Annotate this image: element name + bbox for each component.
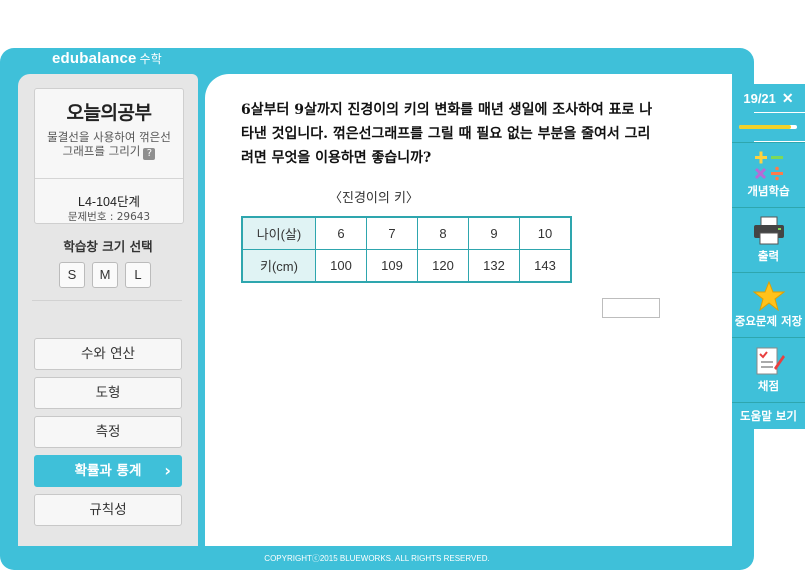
lesson-card: 오늘의공부 물결선을 사용하여 꺾은선 그래프를 그리기? L4-104단계 문… <box>34 88 184 224</box>
lesson-topic: 물결선을 사용하여 꺾은선 그래프를 그리기? <box>47 130 171 160</box>
grading-icon <box>756 347 785 375</box>
card-divider <box>35 178 183 179</box>
table-cell: 132 <box>468 249 520 283</box>
size-select-label: 학습창 크기 선택 <box>63 239 153 254</box>
progress-bar <box>732 113 805 141</box>
menu-patterns[interactable]: 규칙성 <box>34 494 182 526</box>
menu-measurement[interactable]: 측정 <box>34 416 182 448</box>
star-icon <box>752 281 785 311</box>
lesson-heading: 오늘의공부 <box>66 102 152 124</box>
help-icon[interactable]: ? <box>143 148 156 160</box>
close-icon[interactable]: ✕ <box>782 90 794 106</box>
table-cell: 9 <box>468 216 520 250</box>
question-text: 6살부터 9살까지 진경이의 키의 변화를 매년 생일에 조사하여 표로 나타낸… <box>241 102 653 166</box>
size-l-button[interactable]: L <box>125 262 151 288</box>
progress-fill <box>739 125 792 129</box>
table-cell: 120 <box>417 249 469 283</box>
menu-probability-statistics[interactable]: 확률과 통계 › <box>34 455 182 487</box>
row-header: 키(cm) <box>241 249 316 283</box>
table-cell: 7 <box>366 216 418 250</box>
row-header: 나이(살) <box>241 216 316 250</box>
save-important-button[interactable]: 중요문제 저장 <box>732 272 805 337</box>
answer-input[interactable] <box>602 298 660 318</box>
table-row: 키(cm) 100 109 120 132 143 <box>241 249 572 283</box>
lesson-level: L4-104단계 <box>78 195 140 209</box>
menu-geometry[interactable]: 도형 <box>34 377 182 409</box>
size-s-button[interactable]: S <box>59 262 85 288</box>
table-cell: 100 <box>315 249 367 283</box>
math-operations-icon <box>754 151 783 181</box>
data-table: 나이(살) 6 7 8 9 10 키(cm) 100 109 120 132 1… <box>241 216 572 283</box>
menu-number-operations[interactable]: 수와 연산 <box>34 338 182 370</box>
table-cell: 143 <box>519 249 572 283</box>
table-caption: 〈진경이의 키〉 <box>329 191 419 206</box>
sidebar-divider <box>32 300 182 301</box>
grading-button[interactable]: 채점 <box>732 337 805 402</box>
copyright: COPYRIGHTⓒ2015 BLUEWORKS. ALL RIGHTS RES… <box>264 554 490 563</box>
help-button[interactable]: 도움말 보기 <box>732 402 805 429</box>
chevron-right-icon: › <box>164 461 171 480</box>
page-indicator: 19/21 ✕ <box>732 84 805 112</box>
table-cell: 8 <box>417 216 469 250</box>
table-cell: 109 <box>366 249 418 283</box>
sidebar: 오늘의공부 물결선을 사용하여 꺾은선 그래프를 그리기? L4-104단계 문… <box>18 74 198 546</box>
brand-logo: edubalance 수학 <box>52 50 163 67</box>
table-row: 나이(살) 6 7 8 9 10 <box>241 216 572 250</box>
question-panel: 6살부터 9살까지 진경이의 키의 변화를 매년 생일에 조사하여 표로 나타낸… <box>205 74 732 546</box>
table-cell: 6 <box>315 216 367 250</box>
problem-number: 문제번호 : 29643 <box>67 211 151 223</box>
size-m-button[interactable]: M <box>92 262 118 288</box>
concept-learning-button[interactable]: 개념학습 <box>732 142 805 207</box>
table-cell: 10 <box>519 216 572 250</box>
print-button[interactable]: 출력 <box>732 207 805 272</box>
printer-icon <box>753 216 784 245</box>
